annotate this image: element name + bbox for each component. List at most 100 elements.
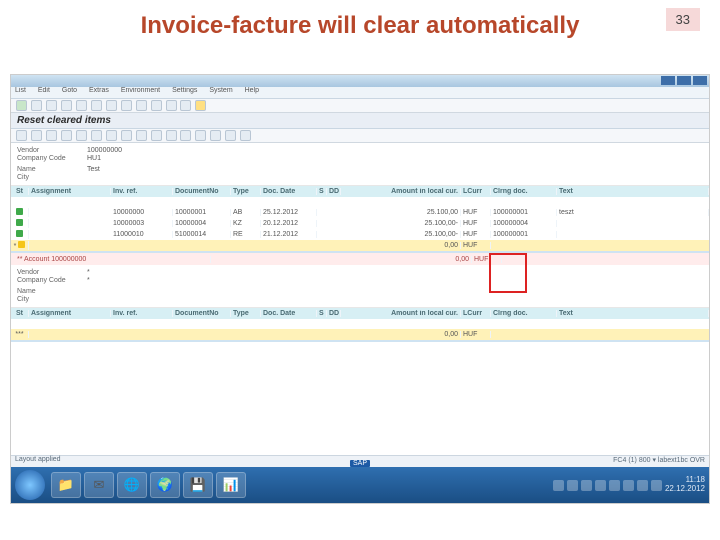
- exit-icon[interactable]: [61, 100, 72, 111]
- cell: KZ: [231, 220, 261, 227]
- sort-asc-icon[interactable]: [91, 130, 102, 141]
- col-text: Text: [557, 188, 709, 195]
- sort-desc-icon[interactable]: [106, 130, 117, 141]
- enter-icon[interactable]: [16, 100, 27, 111]
- minimize-button[interactable]: [661, 76, 675, 85]
- nav-last-icon[interactable]: [61, 130, 72, 141]
- cell: 20.12.2012: [261, 220, 317, 227]
- col-amount: Amount in local cur.: [341, 188, 461, 195]
- cell: 0,00: [341, 242, 461, 249]
- taskbar-app-icon[interactable]: ✉: [84, 472, 114, 498]
- nav-first-icon[interactable]: [16, 130, 27, 141]
- nav-next-icon[interactable]: [46, 130, 57, 141]
- menu-extras[interactable]: Extras: [89, 87, 109, 94]
- col-type: Type: [231, 188, 261, 195]
- grid-blank-row: [11, 197, 709, 207]
- menu-settings[interactable]: Settings: [172, 87, 197, 94]
- sum-icon[interactable]: [136, 130, 147, 141]
- table-row[interactable]: 10000003 10000004 KZ 20.12.2012 25.100,0…: [11, 218, 709, 229]
- tray-icon[interactable]: [595, 480, 606, 491]
- tray-icon[interactable]: [623, 480, 634, 491]
- mail-icon[interactable]: [166, 130, 177, 141]
- layout-icon[interactable]: [210, 130, 221, 141]
- cell: AB: [231, 209, 261, 216]
- cell: RE: [231, 231, 261, 238]
- windows-taskbar: 📁 ✉ 🌐 🌍 💾 📊 11:18 22.12.2012: [11, 467, 709, 503]
- maximize-button[interactable]: [677, 76, 691, 85]
- filter-icon[interactable]: [121, 130, 132, 141]
- export-icon[interactable]: [180, 130, 191, 141]
- last-page-icon[interactable]: [180, 100, 191, 111]
- taskbar-app-icon[interactable]: 💾: [183, 472, 213, 498]
- col-clrngdoc: Clrng doc.: [491, 188, 557, 195]
- tray-icon[interactable]: [651, 480, 662, 491]
- tray-icon[interactable]: [637, 480, 648, 491]
- taskbar-app-icon[interactable]: 📊: [216, 472, 246, 498]
- first-page-icon[interactable]: [136, 100, 147, 111]
- col-docdate: Doc. Date: [261, 188, 317, 195]
- taskbar-app-icon[interactable]: 🌍: [150, 472, 180, 498]
- next-page-icon[interactable]: [166, 100, 177, 111]
- menu-system[interactable]: System: [209, 87, 232, 94]
- cell: HUF: [472, 256, 502, 263]
- tray-icon[interactable]: [581, 480, 592, 491]
- col-clrngdoc: Clrng doc.: [491, 310, 557, 317]
- start-button[interactable]: [15, 470, 45, 500]
- slide-title: Invoice-facture will clear automatically: [0, 0, 720, 46]
- col-lcurr: LCurr: [461, 310, 491, 317]
- selectall-icon[interactable]: [225, 130, 236, 141]
- menu-edit[interactable]: Edit: [38, 87, 50, 94]
- refresh-icon[interactable]: [76, 130, 87, 141]
- col-text: Text: [557, 310, 709, 317]
- tray-icon[interactable]: [609, 480, 620, 491]
- col-amount: Amount in local cur.: [341, 310, 461, 317]
- status-cleared-icon: [16, 208, 23, 215]
- col-s: S: [317, 310, 327, 317]
- clock[interactable]: 11:18 22.12.2012: [665, 476, 705, 494]
- cell: 0,00: [341, 331, 461, 338]
- menu-goto[interactable]: Goto: [62, 87, 77, 94]
- cancel-icon[interactable]: [76, 100, 87, 111]
- save-icon[interactable]: [31, 100, 42, 111]
- cell: HUF: [461, 231, 491, 238]
- tray-icon[interactable]: [567, 480, 578, 491]
- menubar: List Edit Goto Extras Environment Settin…: [11, 87, 709, 99]
- back-icon[interactable]: [46, 100, 57, 111]
- cell: HUF: [461, 209, 491, 216]
- nav-prev-icon[interactable]: [31, 130, 42, 141]
- grid-header: St Assignment Inv. ref. DocumentNo Type …: [11, 308, 709, 319]
- label-vendor: Vendor: [17, 269, 87, 276]
- account-total-label: ** Account 100000000: [11, 256, 211, 263]
- menu-help[interactable]: Help: [245, 87, 259, 94]
- taskbar-app-icon[interactable]: 📁: [51, 472, 81, 498]
- cell: 100000004: [491, 220, 557, 227]
- help-icon[interactable]: [195, 100, 206, 111]
- close-button[interactable]: [693, 76, 707, 85]
- prev-page-icon[interactable]: [151, 100, 162, 111]
- deselect-icon[interactable]: [240, 130, 251, 141]
- value-vendor: *: [87, 269, 90, 276]
- cell: 10000000: [111, 209, 173, 216]
- cell: 21.12.2012: [261, 231, 317, 238]
- cell: HUF: [461, 331, 491, 338]
- line-item-grid-2: St Assignment Inv. ref. DocumentNo Type …: [11, 308, 709, 342]
- subtotal-icon[interactable]: [151, 130, 162, 141]
- header-block-2: Vendor* Company Code* Name City: [11, 265, 709, 308]
- systray: 11:18 22.12.2012: [553, 476, 705, 494]
- col-assignment: Assignment: [29, 188, 111, 195]
- taskbar-app-icon[interactable]: 🌐: [117, 472, 147, 498]
- find-icon[interactable]: [106, 100, 117, 111]
- graphic-icon[interactable]: [195, 130, 206, 141]
- value-vendor: 100000000: [87, 147, 122, 154]
- cell: 0,00: [352, 256, 472, 263]
- print-icon[interactable]: [91, 100, 102, 111]
- menu-list[interactable]: List: [15, 87, 26, 94]
- find-next-icon[interactable]: [121, 100, 132, 111]
- tray-icon[interactable]: [553, 480, 564, 491]
- cell: 25.12.2012: [261, 209, 317, 216]
- menu-environment[interactable]: Environment: [121, 87, 160, 94]
- table-row[interactable]: 10000000 10000001 AB 25.12.2012 25.100,0…: [11, 207, 709, 218]
- label-city: City: [17, 174, 87, 181]
- table-row[interactable]: 11000010 51000014 RE 21.12.2012 25.100,0…: [11, 229, 709, 240]
- sap-logo: SAP: [350, 460, 370, 467]
